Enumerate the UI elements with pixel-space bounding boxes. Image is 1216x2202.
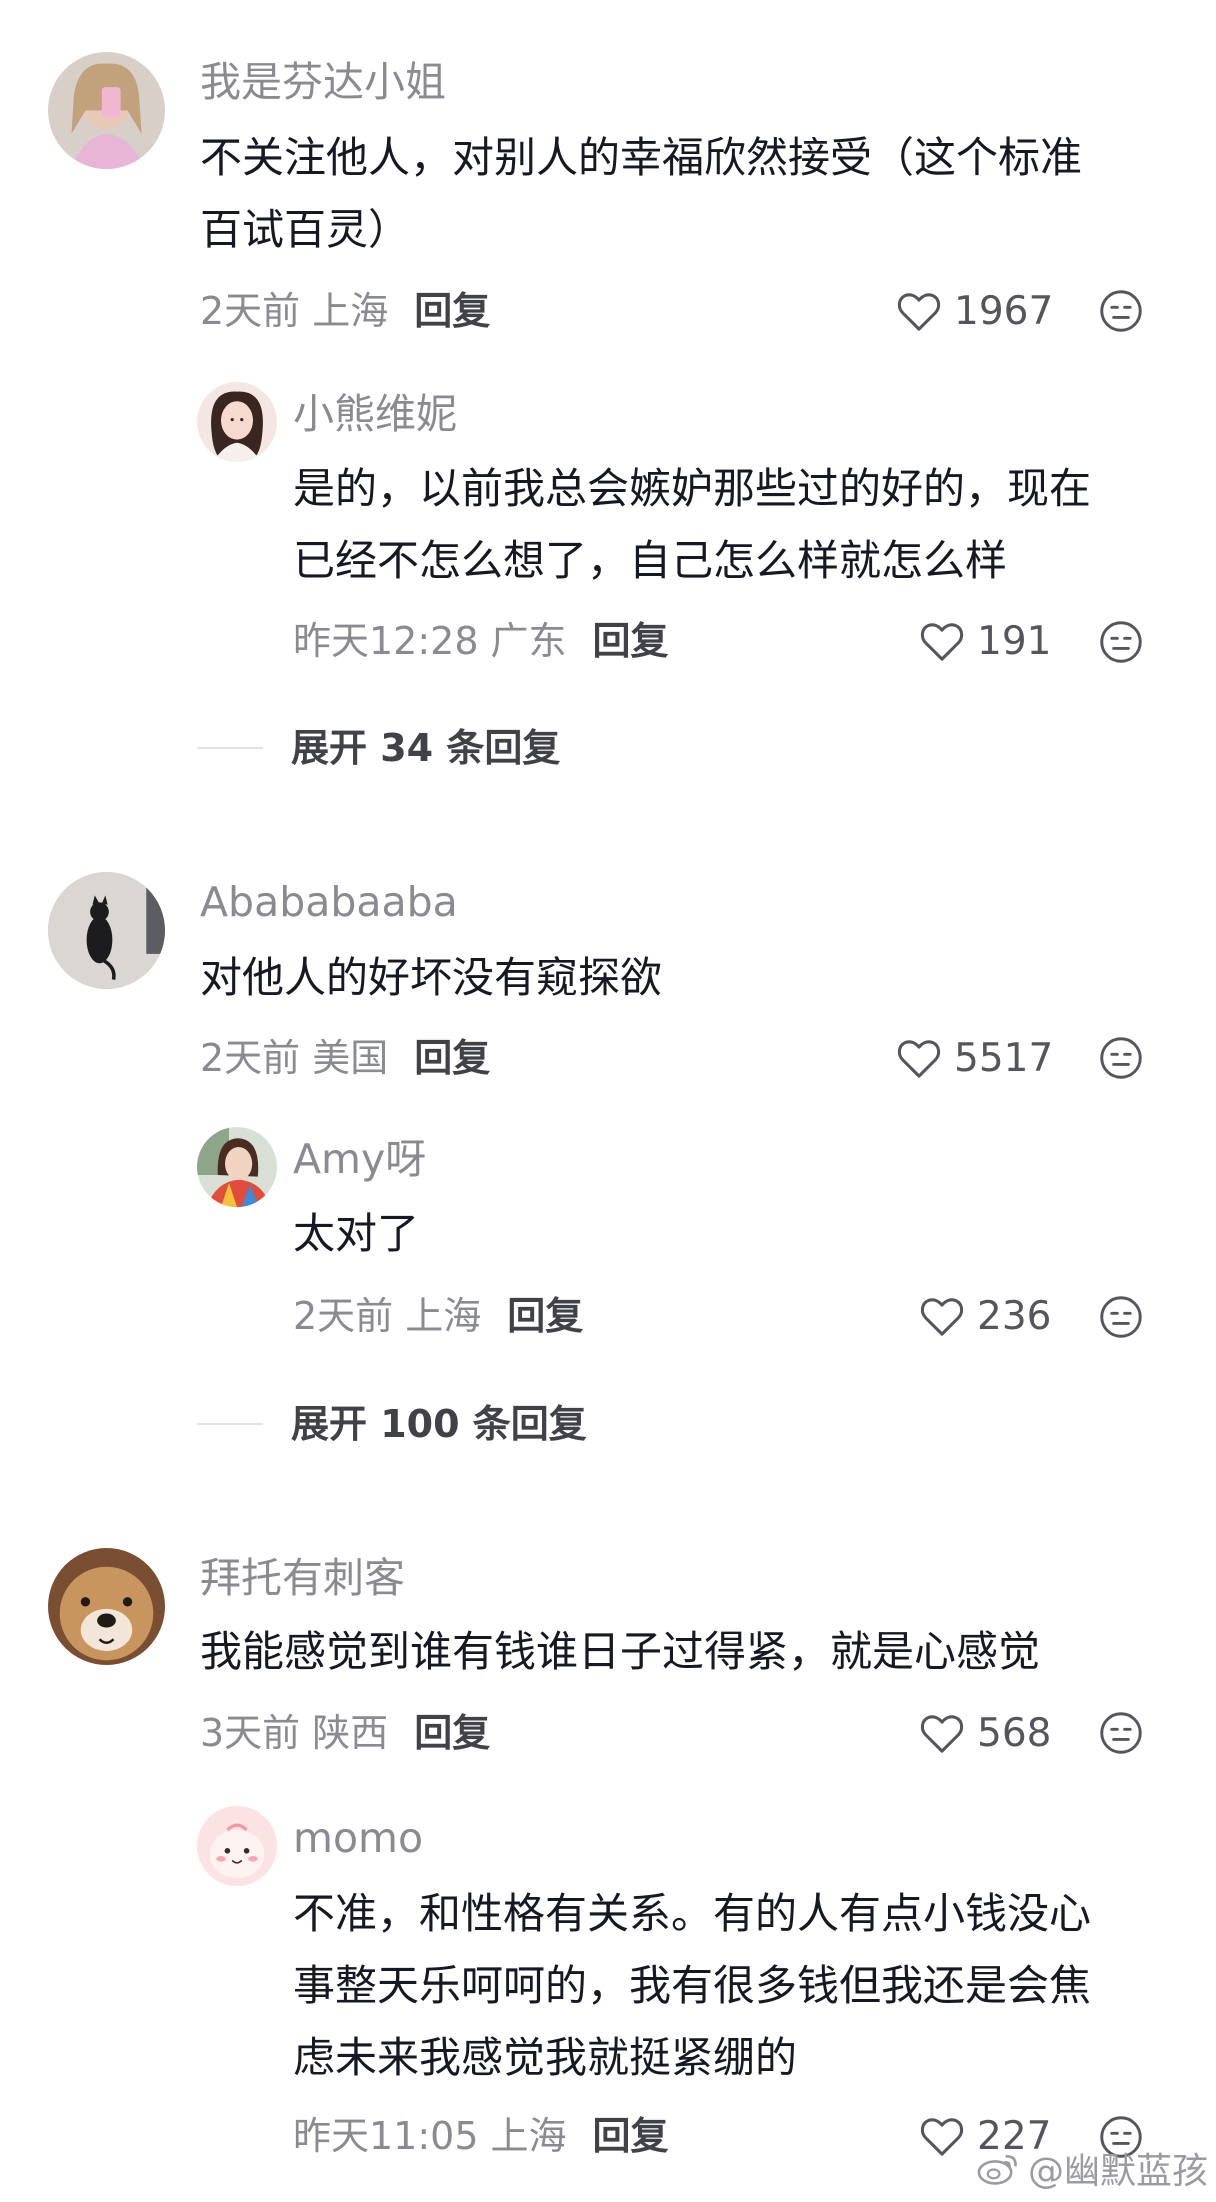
expand-replies-button[interactable]: 展开 100 条回复 [197, 1405, 587, 1443]
comment-location: 陕西 [312, 1711, 389, 1755]
comment-content: 我能感觉到谁有钱谁日子过得紧，就是心感觉 [200, 1616, 1155, 1688]
like-button[interactable]: 568 [919, 1712, 1051, 1754]
avatar[interactable] [48, 1548, 165, 1665]
reply-button[interactable]: 回复 [414, 1039, 490, 1077]
neutral-face-icon[interactable] [1099, 1295, 1143, 1339]
reply-meta: 昨天11:05 上海 回复 [293, 2117, 669, 2155]
reply-username[interactable]: Amy呀 [293, 1139, 426, 1180]
reply-username[interactable]: 小熊维妮 [293, 394, 457, 435]
reply-meta: 昨天12:28 广东 回复 [293, 622, 669, 660]
neutral-face-icon[interactable] [1099, 620, 1143, 664]
reply-username[interactable]: momo [293, 1818, 423, 1859]
divider [197, 1423, 263, 1425]
expand-replies-label: 展开 34 条回复 [291, 726, 561, 770]
reply-button[interactable]: 回复 [507, 1297, 583, 1335]
comment-meta: 3天前 陕西 回复 [200, 1714, 490, 1752]
reply-content-line: 虑未来我感觉我就挺紧绷的 [293, 2033, 798, 2082]
like-count: 5517 [954, 1035, 1054, 1081]
comment-content: 不关注他人，对别人的幸福欣然接受（这个标准 百试百灵） [200, 122, 1155, 266]
reply-content: 不准，和性格有关系。有的人有点小钱没心 事整天乐呵呵的，我有很多钱但我还是会焦 … [293, 1878, 1173, 2094]
reply-content-line: 是的，以前我总会嫉妒那些过的好的，现在 [293, 464, 1092, 513]
avatar[interactable] [48, 872, 165, 989]
comment-meta: 2天前 上海 回复 [200, 292, 490, 330]
reply-meta: 2天前 上海 回复 [293, 1297, 583, 1335]
like-button[interactable]: 191 [919, 620, 1051, 662]
expand-replies-label: 展开 100 条回复 [291, 1402, 587, 1446]
reply-time: 昨天11:05 [293, 2114, 479, 2158]
comment-content-line: 对他人的好坏没有窥探欲 [200, 953, 663, 1002]
heart-outline-icon [897, 1040, 941, 1078]
heart-outline-icon [920, 2118, 964, 2156]
like-count: 1967 [954, 288, 1054, 334]
reply-location: 上海 [490, 2114, 567, 2158]
like-button[interactable]: 236 [919, 1295, 1051, 1337]
like-button[interactable]: 1967 [896, 290, 1053, 332]
like-button[interactable]: 5517 [896, 1037, 1053, 1079]
comment-content-line: 百试百灵） [200, 205, 411, 254]
reply-button[interactable]: 回复 [593, 622, 669, 660]
comment-location: 上海 [312, 289, 389, 333]
reply-content-line: 太对了 [293, 1209, 420, 1258]
comment-location: 美国 [312, 1036, 389, 1080]
like-count: 236 [977, 1293, 1052, 1339]
like-count: 191 [977, 618, 1052, 664]
neutral-face-icon[interactable] [1099, 1711, 1143, 1755]
expand-replies-button[interactable]: 展开 34 条回复 [197, 729, 560, 767]
weibo-logo-icon [977, 2154, 1017, 2185]
heart-outline-icon [920, 623, 964, 661]
comment-meta: 2天前 美国 回复 [200, 1039, 490, 1077]
comment-time: 2天前 [200, 1036, 301, 1080]
reply-time: 2天前 [293, 1294, 394, 1338]
comment-time: 3天前 [200, 1711, 301, 1755]
reply-time: 昨天12:28 [293, 619, 479, 663]
reply-content: 是的，以前我总会嫉妒那些过的好的，现在 已经不怎么想了，自己怎么样就怎么样 [293, 453, 1173, 597]
comment-content: 对他人的好坏没有窥探欲 [200, 942, 1155, 1014]
reply-location: 上海 [405, 1294, 482, 1338]
comment-username[interactable]: 拜托有刺客 [200, 1558, 405, 1599]
avatar[interactable] [197, 382, 277, 462]
comment-time: 2天前 [200, 289, 301, 333]
comment-username[interactable]: 我是芬达小姐 [200, 62, 446, 103]
neutral-face-icon[interactable] [1099, 1036, 1143, 1080]
comment-content-line: 我能感觉到谁有钱谁日子过得紧，就是心感觉 [200, 1627, 1041, 1676]
reply-content-line: 不准，和性格有关系。有的人有点小钱没心 [293, 1889, 1092, 1938]
avatar[interactable] [197, 1127, 277, 1207]
reply-button[interactable]: 回复 [414, 292, 490, 330]
reply-location: 广东 [490, 619, 567, 663]
watermark: @幽默蓝孩 [976, 2142, 1208, 2194]
heart-outline-icon [920, 1715, 964, 1753]
comment-content-line: 不关注他人，对别人的幸福欣然接受（这个标准 [200, 133, 1083, 182]
avatar[interactable] [48, 52, 165, 169]
like-count: 568 [977, 1710, 1052, 1756]
heart-outline-icon [920, 1298, 964, 1336]
reply-button[interactable]: 回复 [593, 2117, 669, 2155]
neutral-face-icon[interactable] [1099, 289, 1143, 333]
watermark-text: @幽默蓝孩 [1027, 2151, 1208, 2192]
reply-content: 太对了 [293, 1198, 1173, 1270]
divider [197, 747, 263, 749]
avatar[interactable] [197, 1806, 277, 1886]
heart-outline-icon [897, 293, 941, 331]
reply-content-line: 已经不怎么想了，自己怎么样就怎么样 [293, 536, 1008, 585]
reply-content-line: 事整天乐呵呵的，我有很多钱但我还是会焦 [293, 1961, 1092, 2010]
reply-button[interactable]: 回复 [414, 1714, 490, 1752]
comment-username[interactable]: Abababaaba [200, 882, 458, 923]
